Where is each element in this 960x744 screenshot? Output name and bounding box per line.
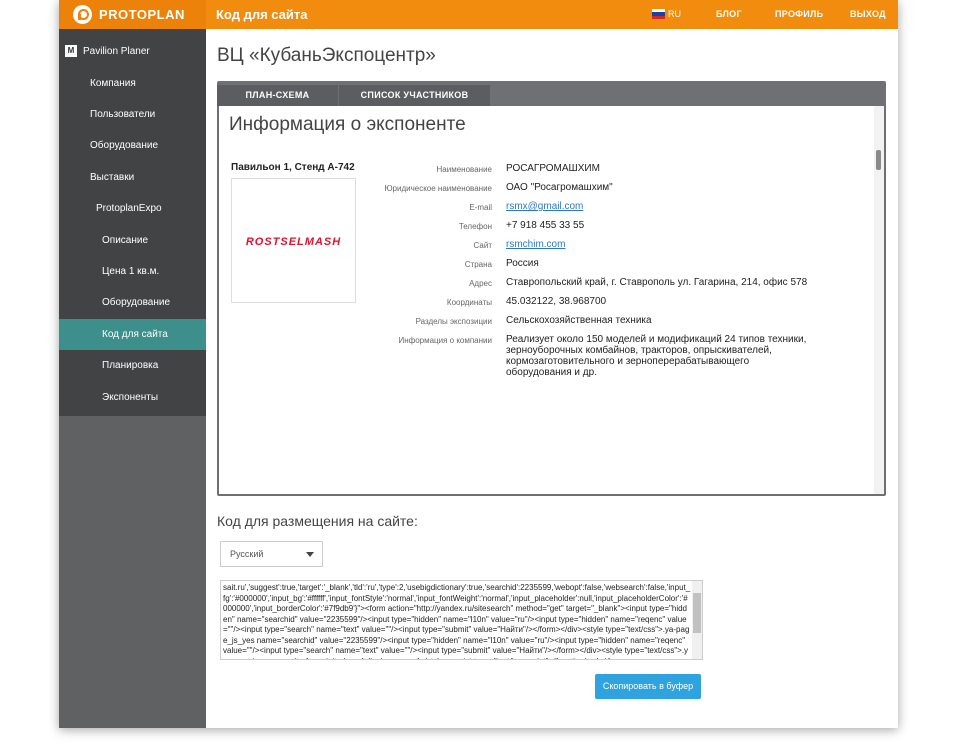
- tab-plan-scheme[interactable]: ПЛАН-СХЕМА: [217, 85, 338, 106]
- tab-participants-list[interactable]: СПИСОК УЧАСТНИКОВ: [339, 85, 490, 106]
- sidebar-item-label: Цена 1 кв.м.: [102, 266, 160, 277]
- sidebar-item-company[interactable]: Компания: [59, 68, 206, 99]
- language-select[interactable]: Русский: [220, 541, 323, 567]
- field-value-legal-name: ОАО "Росагромашхим": [506, 182, 613, 193]
- language-switch[interactable]: RU: [668, 9, 681, 19]
- russia-flag-icon[interactable]: [652, 9, 665, 19]
- field-value-address: Ставропольский край, г. Ставрополь ул. Г…: [506, 277, 808, 288]
- sidebar-item-equipment[interactable]: Оборудование: [59, 130, 206, 161]
- embed-code-textarea[interactable]: sait.ru','suggest':true,'target':'_blank…: [220, 580, 703, 660]
- nav-blog-link[interactable]: БЛОГ: [716, 9, 742, 19]
- sidebar-item-expo-equipment[interactable]: Оборудование: [59, 287, 206, 318]
- sidebar-item-layout[interactable]: Планировка: [59, 350, 206, 381]
- sidebar-item-label: Экспоненты: [102, 392, 159, 403]
- preview-panel: ПЛАН-СХЕМА СПИСОК УЧАСТНИКОВ Информация …: [217, 81, 886, 496]
- sidebar-item-description[interactable]: Описание: [59, 225, 206, 256]
- code-scrollbar-thumb[interactable]: [693, 593, 701, 633]
- field-label-phone: Телефон: [458, 222, 492, 231]
- field-value-company-info: Реализует около 150 моделей и модификаци…: [506, 334, 807, 378]
- exhibitor-info-heading: Информация о экспоненте: [229, 114, 466, 135]
- copy-to-clipboard-button[interactable]: Скопировать в буфер: [595, 674, 701, 699]
- email-link[interactable]: rsmx@gmail.com: [506, 201, 583, 212]
- sidebar-item-exhibitors[interactable]: Экспоненты: [59, 382, 206, 413]
- info-scrollbar[interactable]: [874, 106, 884, 494]
- sidebar-item-protoplanexpo[interactable]: ProtoplanExpo: [59, 193, 206, 224]
- sidebar-item-label: Оборудование: [90, 140, 159, 151]
- sidebar-item-label: Компания: [90, 78, 136, 89]
- sidebar-item-label: Планировка: [102, 360, 159, 371]
- nav-logout-link[interactable]: ВЫХОД: [850, 9, 886, 19]
- field-value-sections: Сельскохозяйственная техника: [506, 315, 652, 326]
- sidebar-item-price[interactable]: Цена 1 кв.м.: [59, 256, 206, 287]
- field-label-legal-name: Юридическое наименование: [384, 184, 492, 193]
- sidebar-item-label: Пользователи: [90, 109, 156, 120]
- sidebar-item-label: Описание: [102, 235, 149, 246]
- embed-code-heading: Код для размещения на сайте:: [217, 513, 418, 529]
- sidebar-item-label: ProtoplanExpo: [96, 203, 162, 214]
- sidebar: M Pavilion Planer Компания Пользователи …: [59, 29, 206, 728]
- embed-code-text: sait.ru','suggest':true,'target':'_blank…: [223, 583, 691, 659]
- sidebar-menu: M Pavilion Planer Компания Пользователи …: [59, 29, 206, 416]
- brand[interactable]: PROTOPLAN: [59, 0, 206, 29]
- info-scrollbar-thumb[interactable]: [876, 150, 881, 170]
- field-value-name: РОСАГРОМАШХИМ: [506, 163, 600, 174]
- field-label-country: Страна: [464, 260, 492, 269]
- sidebar-item-users[interactable]: Пользователи: [59, 99, 206, 130]
- sidebar-item-label: Оборудование: [102, 297, 171, 308]
- sidebar-item-label: Выставки: [90, 172, 135, 183]
- field-label-address: Адрес: [469, 279, 492, 288]
- app-window: PROTOPLAN Код для сайта RU БЛОГ ПРОФИЛЬ …: [59, 0, 898, 728]
- protoplan-logo-icon: [73, 5, 92, 24]
- sidebar-item-site-code[interactable]: Код для сайта: [59, 319, 206, 350]
- code-scrollbar[interactable]: [692, 581, 702, 659]
- field-value-phone: +7 918 455 33 55: [506, 220, 585, 231]
- field-label-email: E-mail: [469, 203, 492, 212]
- section-title: Код для сайта: [216, 7, 308, 22]
- page-title: ВЦ «КубаньЭкспоцентр»: [217, 45, 436, 66]
- field-label-sections: Разделы экспозиции: [415, 317, 492, 326]
- brand-name: PROTOPLAN: [99, 7, 185, 22]
- sidebar-item-label: Код для сайта: [102, 329, 168, 340]
- exhibitor-info-panel: Информация о экспоненте Павильон 1, Стен…: [219, 106, 884, 494]
- nav-profile-link[interactable]: ПРОФИЛЬ: [775, 9, 823, 19]
- sidebar-item-exhibitions[interactable]: Выставки: [59, 162, 206, 193]
- field-value-coordinates: 45.032122, 38.968700: [506, 296, 607, 307]
- sidebar-app-name: Pavilion Planer: [83, 46, 150, 57]
- top-bar: PROTOPLAN Код для сайта RU БЛОГ ПРОФИЛЬ …: [59, 0, 898, 29]
- app-logo-icon: M: [65, 45, 77, 57]
- language-select-value: Русский: [230, 549, 264, 559]
- field-value-country: Россия: [506, 258, 539, 269]
- field-label-site: Сайт: [473, 241, 492, 250]
- sidebar-app-item[interactable]: M Pavilion Planer: [59, 36, 206, 67]
- chevron-down-icon: [306, 552, 314, 557]
- site-link[interactable]: rsmchim.com: [506, 239, 565, 250]
- field-label-name: Наименование: [436, 165, 492, 174]
- field-label-coordinates: Координаты: [446, 298, 492, 307]
- field-label-company-info: Информация о компании: [398, 336, 492, 345]
